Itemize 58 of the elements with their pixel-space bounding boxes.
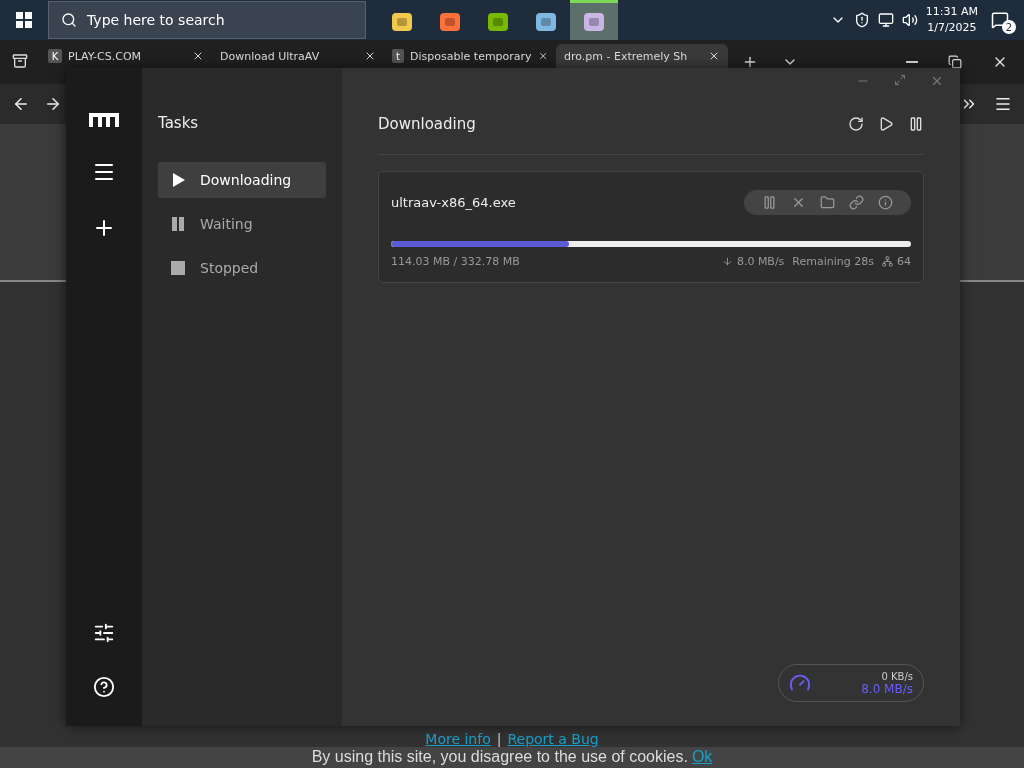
download-speed: 8.0 MB/s [736,255,785,268]
remaining-time: Remaining 28s [792,255,874,268]
download-speed: 8.0 MB/s [861,681,913,696]
sidebar-title: Tasks [158,114,200,132]
browser-tab[interactable]: dro.pm - Extremely Sh [556,44,728,68]
progress-size: 114.03 MB / 332.78 MB [391,255,520,268]
close-icon [930,74,944,88]
back-icon [12,95,30,113]
forward-icon [44,95,62,113]
cookie-notice: By using this site, you disagree to the use of cookies. [311,748,688,766]
notification-button[interactable]: 2 [986,6,1014,34]
speaker-icon [901,12,918,28]
close-tab-icon[interactable] [192,50,204,62]
link-icon [849,195,864,210]
app-logo-icon [89,112,119,128]
clock-date: 1/7/2025 [927,20,977,36]
report-bug-link[interactable]: Report a Bug [507,731,599,747]
refresh-icon [848,116,864,132]
restore-icon [948,55,962,69]
pause-icon [762,195,777,210]
more-info-link[interactable]: More info [425,731,491,747]
play-icon [170,172,186,188]
menu-icon [994,95,1012,113]
page-title: Downloading [378,115,477,133]
sidebar-item[interactable]: Downloading [158,162,326,198]
search-icon [61,12,77,28]
info-icon [878,195,893,210]
upload-speed: 0 KB/s [881,670,913,682]
maximize-icon [894,74,906,86]
task-card[interactable]: ultraav-x86_64.exe 114.03 MB / 332.78 MB 8.0 MB/s Remaining 28s 64 [378,171,924,283]
pause-all-icon [908,116,924,132]
connections-icon [882,256,893,267]
close-tab-icon[interactable] [708,50,720,62]
tab-actions-icon [12,53,28,69]
help-icon [93,676,115,698]
close-tab-icon[interactable] [537,50,548,62]
connection-count: 64 [897,255,911,268]
sidebar-item[interactable]: Stopped [158,250,326,286]
browser-tab[interactable]: Download UltraAV [212,44,384,68]
delete-icon [791,195,806,210]
search-field[interactable]: Type here to search [48,1,366,39]
clock-time: 11:31 AM [925,4,978,20]
browser-tab[interactable]: t Disposable temporary [384,44,556,68]
close-tab-icon[interactable] [364,50,376,62]
folder-icon [820,195,835,210]
pause-icon [170,216,186,232]
stop-icon [170,260,186,276]
link-separator: | [496,731,502,747]
resume-all-icon [878,116,894,132]
settings-icon [93,622,115,644]
file-name: ultraav-x86_64.exe [391,195,516,210]
new-tab-icon [742,54,758,70]
windows-logo-icon [16,12,32,28]
download-arrow-icon [721,256,733,267]
network-icon [877,12,894,28]
security-icon [853,12,870,28]
sidebar-item[interactable]: Waiting [158,206,326,242]
browser-tab[interactable]: K PLAY-CS.COM [40,44,212,68]
